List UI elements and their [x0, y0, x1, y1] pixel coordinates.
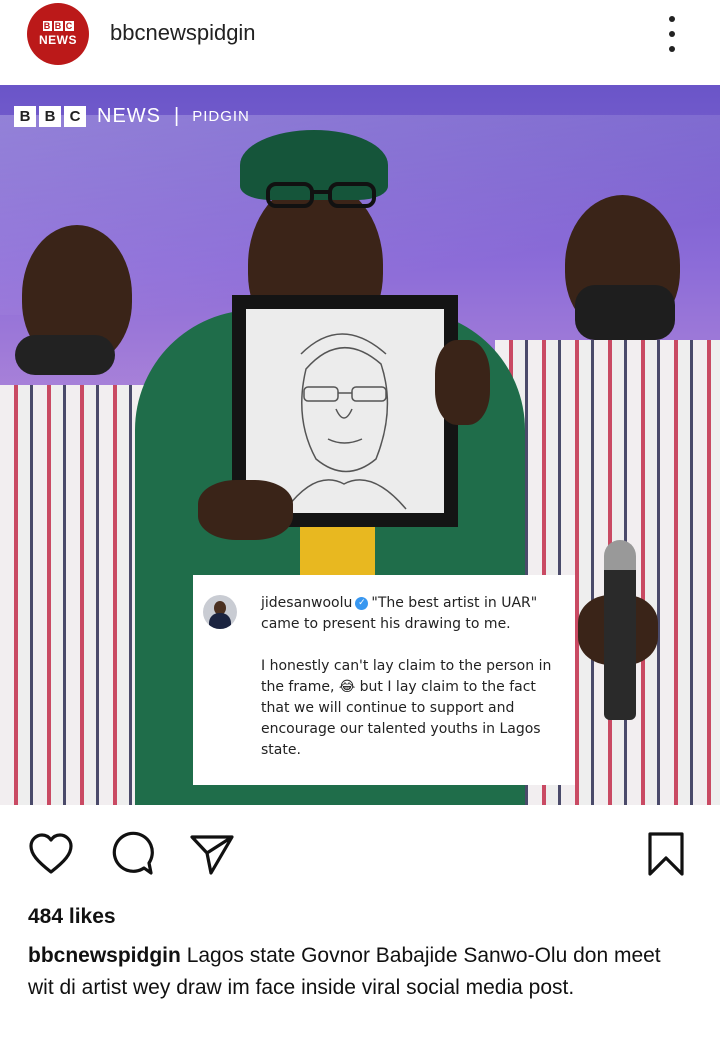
- quoted-body: I honestly can't lay claim to the person…: [261, 658, 556, 758]
- right-person-mask: [575, 285, 675, 340]
- yellow-scarf: [300, 525, 375, 575]
- save-bookmark-icon[interactable]: [642, 830, 690, 878]
- share-direct-icon[interactable]: [188, 830, 236, 878]
- glasses: [266, 182, 376, 208]
- quoted-post-text: jidesanwoolu ✓ "The best artist in UAR" ca…: [261, 593, 561, 761]
- post-image[interactable]: B B C NEWS | PIDGIN jidesanwoolu ✓ "The …: [0, 85, 720, 805]
- likes-count[interactable]: 484 likes: [28, 905, 116, 929]
- caption-username[interactable]: bbcnewspidgin: [28, 944, 181, 967]
- post-username[interactable]: bbcnewspidgin: [110, 20, 256, 46]
- bbc-pidgin-watermark: B B C NEWS | PIDGIN: [14, 105, 250, 128]
- left-person-mask: [15, 335, 115, 375]
- drawing: [246, 309, 444, 513]
- avatar-news-label: NEWS: [39, 33, 77, 47]
- right-hand: [435, 340, 490, 425]
- microphone: [604, 540, 636, 720]
- quoted-post-card: jidesanwoolu ✓ "The best artist in UAR" ca…: [193, 575, 575, 785]
- avatar-bbc-blocks: BBC: [42, 21, 74, 31]
- comment-icon[interactable]: [108, 830, 156, 878]
- verified-badge-icon: ✓: [355, 596, 369, 610]
- avatar[interactable]: BBC NEWS: [27, 3, 89, 65]
- action-bar: [0, 820, 720, 890]
- like-heart-icon[interactable]: [27, 830, 75, 878]
- quoted-username: jidesanwoolu: [261, 595, 353, 611]
- post-caption: bbcnewspidgin Lagos state Govnor Babajid…: [28, 940, 688, 1004]
- left-hand: [198, 480, 293, 540]
- face-sketch: [285, 333, 407, 510]
- quoted-user-avatar: [203, 595, 237, 629]
- more-options-icon[interactable]: [662, 14, 682, 54]
- post-header: BBC NEWS bbcnewspidgin: [0, 0, 720, 82]
